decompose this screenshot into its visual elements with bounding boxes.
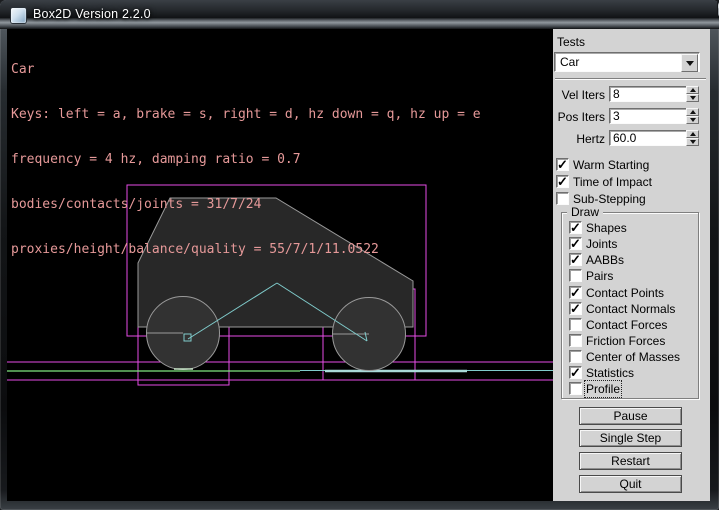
tests-selected-value: Car <box>560 55 579 69</box>
spinner-up-button[interactable] <box>686 108 699 116</box>
contact-normals-label: Contact Normals <box>586 302 675 316</box>
contact-forces-label: Contact Forces <box>586 318 667 332</box>
spinner-buttons <box>686 130 699 146</box>
spinner-down-icon <box>690 118 696 122</box>
quit-button[interactable]: Quit <box>579 475 682 493</box>
app-icon <box>11 8 26 23</box>
spinner-up-button[interactable] <box>686 130 699 138</box>
spinner-up-button[interactable] <box>686 86 699 94</box>
hertz-label: Hertz <box>553 132 605 146</box>
aabbs-row[interactable]: AABBs <box>562 253 698 268</box>
app-window: Box2D Version 2.2.0 ✕ <box>0 0 719 510</box>
dropdown-arrow-icon <box>686 61 694 66</box>
center-of-masses-label: Center of Masses <box>586 350 680 364</box>
joints-row[interactable]: Joints <box>562 237 698 252</box>
spinner-down-button[interactable] <box>686 94 699 102</box>
stats-line-keys: Keys: left = a, brake = s, right = d, hz… <box>11 107 481 122</box>
statistics-label: Statistics <box>586 366 634 380</box>
stats-line-proxies: proxies/height/balance/quality = 55/7/1/… <box>11 242 481 257</box>
contact-points-label: Contact Points <box>586 286 664 300</box>
pairs-row[interactable]: Pairs <box>562 269 698 284</box>
vel-iters-input[interactable] <box>609 86 687 102</box>
time-of-impact-label: Time of Impact <box>573 175 652 189</box>
spinner-down-icon <box>690 140 696 144</box>
friction-forces-label: Friction Forces <box>586 334 665 348</box>
stats-line-test-name: Car <box>11 62 481 77</box>
tests-label: Tests <box>557 35 585 49</box>
statistics-row[interactable]: Statistics <box>562 366 698 381</box>
profile-checkbox[interactable] <box>569 382 582 395</box>
shapes-checkbox[interactable] <box>569 221 582 234</box>
tests-dropdown[interactable]: Car <box>554 52 700 72</box>
hertz-input[interactable] <box>609 130 687 146</box>
sub-stepping-row[interactable]: Sub-Stepping <box>553 192 710 207</box>
profile-row[interactable]: Profile <box>562 382 698 397</box>
joints-label: Joints <box>586 237 617 251</box>
center-of-masses-row[interactable]: Center of Masses <box>562 350 698 365</box>
physics-canvas[interactable]: Car Keys: left = a, brake = s, right = d… <box>7 29 553 501</box>
separator <box>555 78 706 80</box>
spinner-up-icon <box>690 110 696 114</box>
draw-group-title: Draw <box>567 205 603 219</box>
contact-normals-checkbox[interactable] <box>569 302 582 315</box>
warm-starting-row[interactable]: Warm Starting <box>553 158 710 173</box>
pos-iters-label: Pos Iters <box>553 110 605 124</box>
spinner-row: Vel Iters <box>553 86 710 104</box>
stats-line-frequency: frequency = 4 hz, damping ratio = 0.7 <box>11 152 481 167</box>
spinner-row: Hertz <box>553 130 710 148</box>
aabbs-checkbox[interactable] <box>569 253 582 266</box>
window-title: Box2D Version 2.2.0 <box>33 7 151 21</box>
contact-points-row[interactable]: Contact Points <box>562 286 698 301</box>
pairs-label: Pairs <box>586 269 613 283</box>
contact-normals-row[interactable]: Contact Normals <box>562 302 698 317</box>
spinner-up-icon <box>690 88 696 92</box>
spinner-down-button[interactable] <box>686 116 699 124</box>
aabbs-label: AABBs <box>586 253 624 267</box>
friction-forces-row[interactable]: Friction Forces <box>562 334 698 349</box>
shapes-label: Shapes <box>586 221 627 235</box>
spinner-down-icon <box>690 96 696 100</box>
center-of-masses-checkbox[interactable] <box>569 350 582 363</box>
draw-group: Draw Shapes Joints AABBs Pairs Contact P… <box>561 212 699 399</box>
warm-starting-checkbox[interactable] <box>556 158 569 171</box>
stats-overlay: Car Keys: left = a, brake = s, right = d… <box>11 32 481 287</box>
tests-dropdown-button[interactable] <box>681 54 698 72</box>
stats-line-bodies: bodies/contacts/joints = 31/7/24 <box>11 197 481 212</box>
time-of-impact-row[interactable]: Time of Impact <box>553 175 710 190</box>
spinner-buttons <box>686 108 699 124</box>
time-of-impact-checkbox[interactable] <box>556 175 569 188</box>
single-step-button[interactable]: Single Step <box>579 429 682 447</box>
contact-points-checkbox[interactable] <box>569 286 582 299</box>
warm-starting-label: Warm Starting <box>573 158 649 172</box>
spinner-up-icon <box>690 132 696 136</box>
joints-checkbox[interactable] <box>569 237 582 250</box>
restart-button[interactable]: Restart <box>579 452 682 470</box>
contact-forces-checkbox[interactable] <box>569 318 582 331</box>
pause-button[interactable]: Pause <box>579 407 682 425</box>
statistics-checkbox[interactable] <box>569 366 582 379</box>
profile-label: Profile <box>586 382 620 396</box>
spinner-buttons <box>686 86 699 102</box>
sub-stepping-label: Sub-Stepping <box>573 192 646 206</box>
contact-forces-row[interactable]: Contact Forces <box>562 318 698 333</box>
sub-stepping-checkbox[interactable] <box>556 192 569 205</box>
pairs-checkbox[interactable] <box>569 269 582 282</box>
titlebar[interactable]: Box2D Version 2.2.0 ✕ <box>0 0 719 29</box>
vel-iters-label: Vel Iters <box>553 88 605 102</box>
spinner-row: Pos Iters <box>553 108 710 126</box>
pos-iters-input[interactable] <box>609 108 687 124</box>
shapes-row[interactable]: Shapes <box>562 221 698 236</box>
control-panel: Tests Car Draw Shapes Joints AABBs Pairs… <box>553 29 710 501</box>
friction-forces-checkbox[interactable] <box>569 334 582 347</box>
spinner-down-button[interactable] <box>686 138 699 146</box>
